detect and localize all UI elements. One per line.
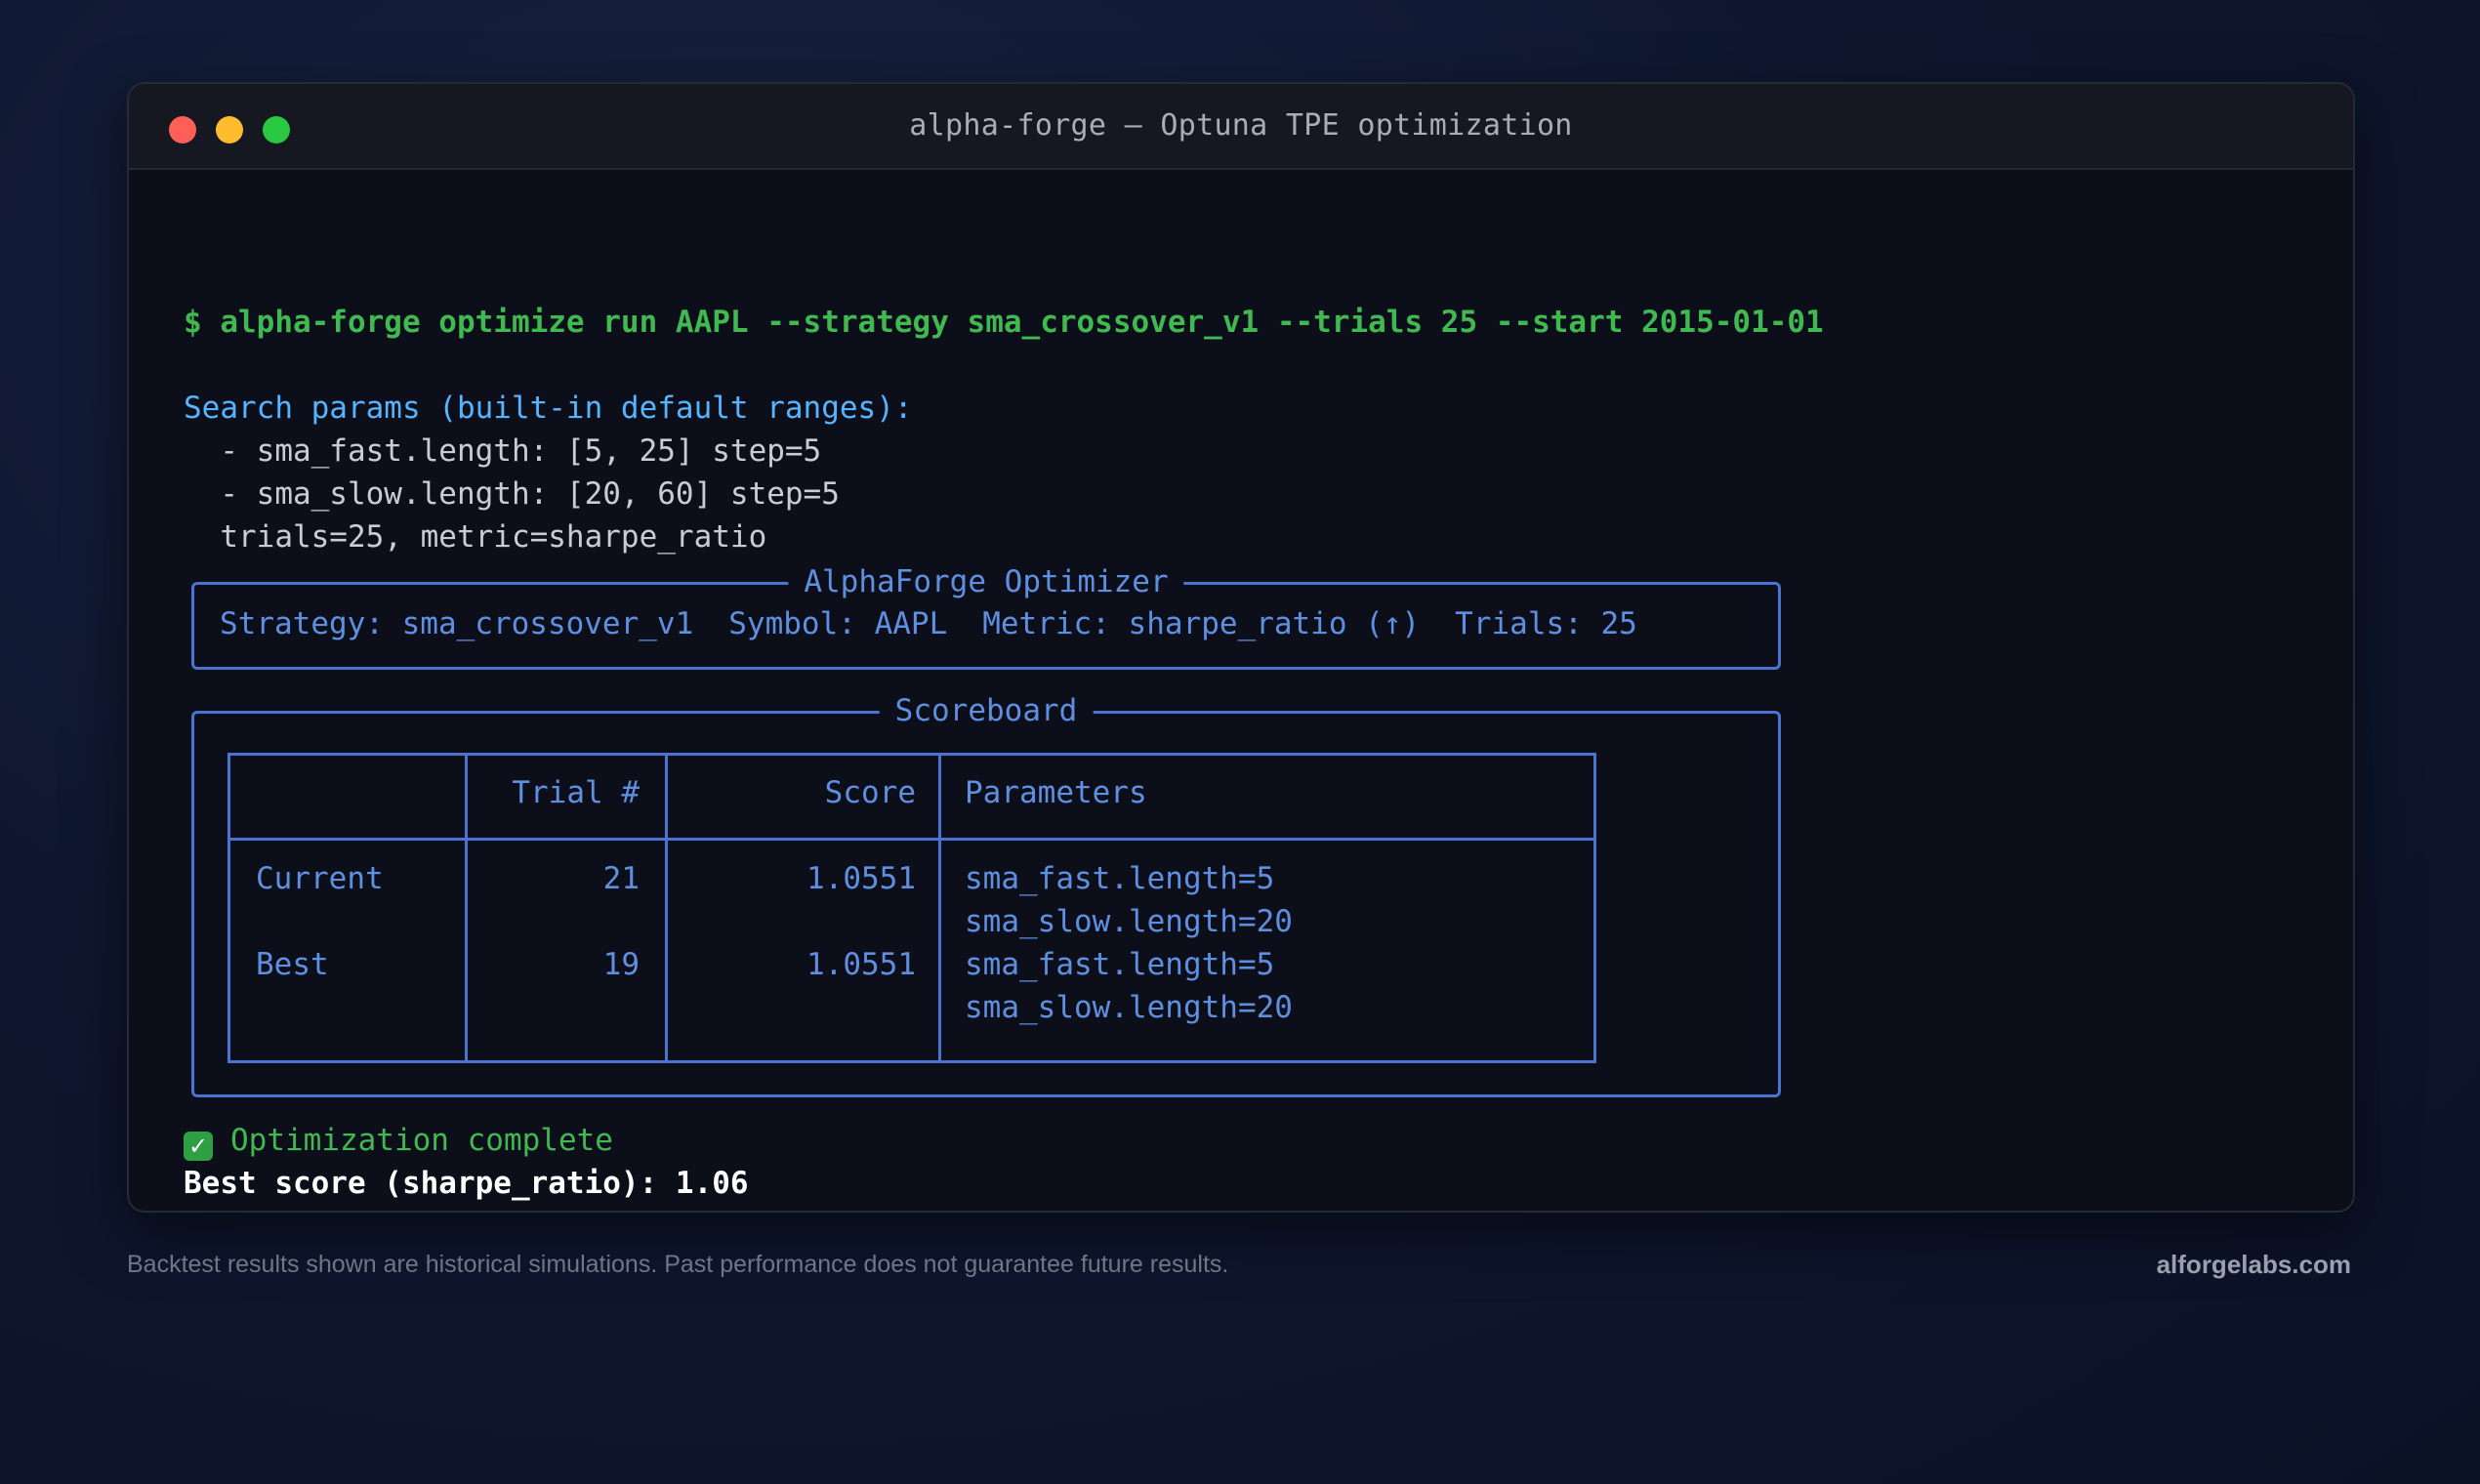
- terminal-window: alpha-forge — Optuna TPE optimization $ …: [127, 82, 2355, 1213]
- column-divider: [938, 756, 941, 1060]
- status-text: Optimization complete: [230, 1123, 613, 1158]
- header-trial: Trial #: [512, 775, 640, 810]
- row-best-param-fast: sma_fast.length=5: [965, 947, 1275, 982]
- optimizer-panel-title: AlphaForge Optimizer: [788, 560, 1184, 603]
- row-current-label: Current: [256, 861, 384, 896]
- param-line-slow: - sma_slow.length: [20, 60] step=5: [184, 476, 840, 512]
- param-line-fast: - sma_fast.length: [5, 25] step=5: [184, 433, 822, 469]
- row-best-trial: 19: [602, 947, 640, 982]
- scoreboard-table: Trial # Score Parameters Current 21 1.05…: [227, 753, 1596, 1063]
- optimizer-panel-row: Strategy: sma_crossover_v1 Symbol: AAPL Me…: [220, 602, 1673, 645]
- best-params-line: Best parameters: {'sma_fast.length': 5, …: [184, 1205, 1313, 1211]
- strategy-label: Strategy: sma_crossover_v1: [220, 606, 694, 641]
- row-current-param-slow: sma_slow.length=20: [965, 904, 1293, 939]
- disclaimer-text: Backtest results shown are historical si…: [127, 1251, 1229, 1278]
- optimizer-panel: AlphaForge Optimizer Strategy: sma_cross…: [191, 560, 1781, 670]
- search-params-header: Search params (built-in default ranges):: [184, 391, 913, 426]
- header-score: Score: [824, 775, 916, 810]
- row-current-param-fast: sma_fast.length=5: [965, 861, 1275, 896]
- best-score-line: Best score (sharpe_ratio): 1.06: [184, 1166, 749, 1201]
- status-line: ✓ Optimization complete: [184, 1119, 613, 1162]
- row-best-param-slow: sma_slow.length=20: [965, 990, 1293, 1025]
- row-current-trial: 21: [602, 861, 640, 896]
- terminal-output[interactable]: $ alpha-forge optimize run AAPL --strate…: [184, 168, 2314, 1211]
- header-divider: [230, 838, 1593, 841]
- title-bar: alpha-forge — Optuna TPE optimization: [129, 84, 2353, 170]
- row-best-label: Best: [256, 947, 329, 982]
- check-icon: ✓: [184, 1132, 213, 1161]
- metric-label: Metric: sharpe_ratio (↑): [982, 606, 1421, 641]
- command-line: $ alpha-forge optimize run AAPL --strate…: [184, 305, 1824, 340]
- scoreboard-panel: Scoreboard Trial # Score Parameters Curr…: [191, 689, 1781, 1097]
- row-current-score: 1.0551: [806, 861, 916, 896]
- trials-label: Trials: 25: [1455, 606, 1637, 641]
- header-parameters: Parameters: [965, 775, 1147, 810]
- row-best-score: 1.0551: [806, 947, 916, 982]
- trials-metric-line: trials=25, metric=sharpe_ratio: [184, 519, 767, 555]
- scoreboard-title: Scoreboard: [879, 689, 1094, 732]
- symbol-label: Symbol: AAPL: [728, 606, 948, 641]
- window-title: alpha-forge — Optuna TPE optimization: [909, 108, 1573, 143]
- brand-link[interactable]: alforgelabs.com: [2157, 1250, 2351, 1280]
